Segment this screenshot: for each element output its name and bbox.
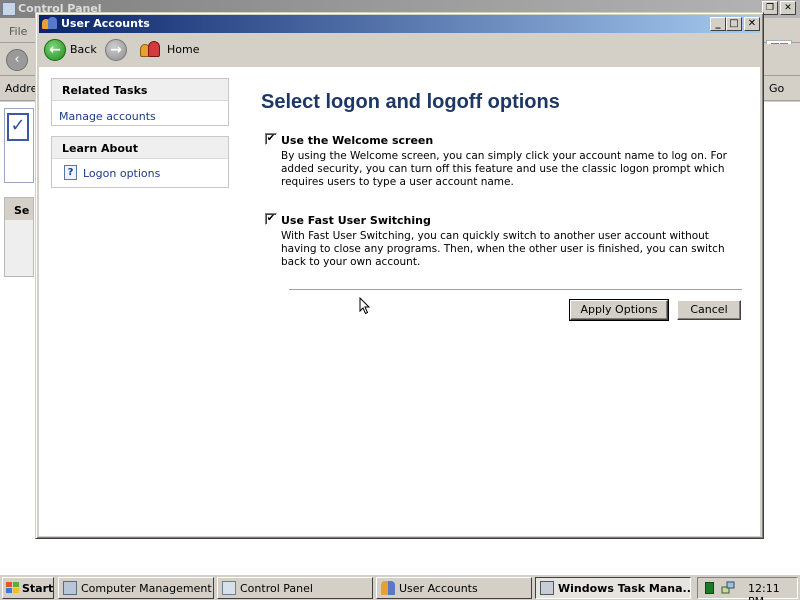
taskbar-user-accounts[interactable]: User Accounts [376, 577, 532, 599]
back-arrow-icon[interactable]: ‹ [6, 49, 28, 71]
help-icon[interactable]: ? [64, 165, 77, 180]
users-icon [381, 581, 395, 595]
home-users-icon[interactable] [140, 40, 162, 59]
maximize-icon[interactable]: □ [726, 17, 742, 31]
menu-file[interactable]: File [9, 25, 27, 38]
related-tasks-panel: Related Tasks Manage accounts [51, 78, 229, 126]
fast-user-switching-checkbox[interactable]: ✔ [265, 213, 277, 225]
back-button[interactable]: Back [70, 43, 97, 56]
control-panel-category-box: ✓ [4, 108, 34, 183]
manage-accounts-link[interactable]: Manage accounts [59, 110, 156, 123]
cancel-button[interactable]: Cancel [677, 300, 741, 320]
start-button[interactable]: Start [2, 577, 54, 599]
see-also-header: Se [5, 198, 33, 220]
see-also-box: Se [4, 197, 34, 277]
checklist-icon: ✓ [7, 113, 29, 141]
navigation-toolbar: ← Back → Home [39, 33, 760, 67]
address-label: Addre [5, 82, 38, 95]
task-manager-icon [540, 581, 554, 595]
taskbar-item-label: Control Panel [240, 582, 313, 595]
taskbar: Start Computer Management Control Panel … [0, 574, 800, 600]
logon-options-link[interactable]: Logon options [83, 167, 160, 180]
clock[interactable]: 12:11 PM [748, 582, 797, 600]
window-title: User Accounts [61, 17, 150, 30]
page-title: Select logon and logoff options [261, 91, 560, 113]
learn-about-header: Learn About [52, 137, 228, 159]
taskbar-item-label: User Accounts [399, 582, 478, 595]
welcome-screen-label[interactable]: Use the Welcome screen [281, 134, 433, 147]
control-panel-icon [222, 581, 236, 595]
user-accounts-window: User Accounts _ □ ✕ ← Back → Home Relate… [35, 12, 764, 539]
taskbar-task-manager[interactable]: Windows Task Mana... [535, 577, 691, 599]
separator-line [289, 289, 742, 290]
system-tray: 12:11 PM [697, 577, 798, 600]
close-icon[interactable]: ✕ [744, 17, 760, 31]
restore-icon[interactable]: ❐ [762, 1, 778, 15]
taskbar-item-label: Windows Task Mana... [558, 582, 691, 595]
forward-arrow-icon[interactable]: → [105, 39, 127, 61]
welcome-screen-description: By using the Welcome screen, you can sim… [281, 150, 727, 188]
back-arrow-icon[interactable]: ← [44, 39, 66, 61]
control-panel-icon [2, 2, 16, 16]
users-icon [42, 16, 58, 31]
fast-user-switching-label[interactable]: Use Fast User Switching [281, 214, 431, 227]
minimize-icon[interactable]: _ [710, 17, 726, 31]
network-icon[interactable] [721, 581, 735, 595]
home-button[interactable]: Home [167, 43, 199, 56]
close-icon[interactable]: ✕ [780, 1, 796, 15]
fast-user-switching-description: With Fast User Switching, you can quickl… [281, 230, 725, 268]
related-tasks-header: Related Tasks [52, 79, 228, 101]
taskbar-control-panel[interactable]: Control Panel [217, 577, 373, 599]
windows-flag-icon [6, 582, 20, 594]
go-button[interactable]: Go [764, 79, 798, 99]
taskbar-computer-management[interactable]: Computer Management [58, 577, 214, 599]
learn-about-panel: Learn About ? Logon options [51, 136, 229, 188]
user-accounts-content: Related Tasks Manage accounts Learn Abou… [39, 67, 760, 536]
user-accounts-titlebar[interactable]: User Accounts _ □ ✕ [39, 15, 760, 33]
mouse-cursor-icon [359, 297, 371, 315]
taskbar-item-label: Computer Management [81, 582, 212, 595]
apply-options-button[interactable]: Apply Options [569, 299, 669, 321]
cpu-monitor-icon[interactable] [705, 582, 714, 594]
computer-management-icon [63, 581, 77, 595]
start-label: Start [22, 582, 54, 595]
welcome-screen-checkbox[interactable]: ✔ [265, 133, 277, 145]
